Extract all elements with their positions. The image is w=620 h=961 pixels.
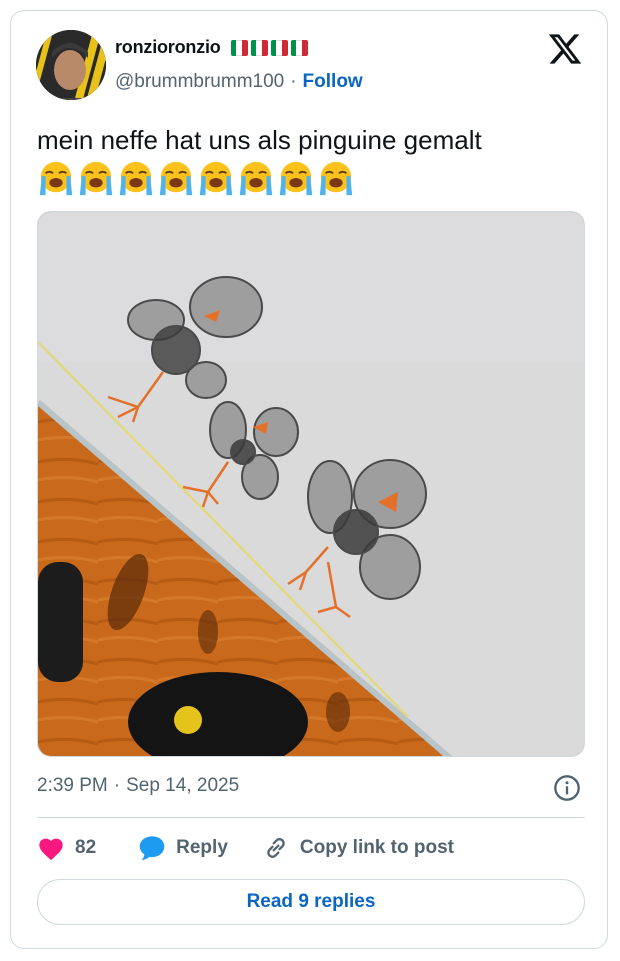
flag-emoji-group [230,39,308,56]
italy-flag-icon [230,39,248,56]
link-icon [267,838,285,858]
avatar-image [36,30,106,100]
tweet-photo[interactable] [37,211,585,757]
x-logo-icon[interactable] [547,31,583,67]
action-bar: 82 Reply Copy link to post [37,831,454,865]
italy-flag-icon [270,39,288,56]
emoji-row [37,159,355,197]
reply-label: Reply [176,837,228,858]
user-header[interactable]: ronzioronzio [115,37,308,58]
tweet-card: ronzioronzio @brummbrumm100 · Follow mei… [10,10,608,949]
loudly-crying-face-icon [319,161,353,196]
tweet-text: mein neffe hat uns als pinguine gemalt [37,125,482,155]
loudly-crying-face-icon [39,161,73,196]
loudly-crying-face-icon [199,161,233,196]
avatar[interactable] [36,30,106,100]
tweet-date[interactable]: Sep 14, 2025 [126,775,239,797]
italy-flag-icon [250,39,268,56]
like-count: 82 [75,837,97,858]
loudly-crying-face-icon [279,161,313,196]
heart-icon [39,838,63,861]
timestamp-row[interactable]: 2:39 PM · Sep 14, 2025 [37,775,239,797]
handle-row: @brummbrumm100 · Follow [115,71,363,93]
loudly-crying-face-icon [239,161,273,196]
info-icon[interactable] [553,774,581,802]
speech-bubble-icon [139,836,165,861]
penguin-drawing-image [38,212,584,756]
loudly-crying-face-icon [119,161,153,196]
divider [37,817,585,818]
like-button[interactable]: 82 [37,835,96,861]
tweet-time[interactable]: 2:39 PM [37,775,108,797]
loudly-crying-face-icon [159,161,193,196]
user-handle[interactable]: @brummbrumm100 [115,71,284,93]
copy-link-label: Copy link to post [299,837,454,858]
reply-button[interactable]: Reply [138,835,228,861]
loudly-crying-face-icon [79,161,113,196]
separator: · [290,71,297,92]
italy-flag-icon [290,39,308,56]
read-replies-button[interactable]: Read 9 replies [37,879,585,925]
follow-link[interactable]: Follow [303,71,363,93]
copy-link-button[interactable]: Copy link to post [262,834,454,862]
display-name[interactable]: ronzioronzio [115,37,221,58]
separator: · [113,775,121,796]
